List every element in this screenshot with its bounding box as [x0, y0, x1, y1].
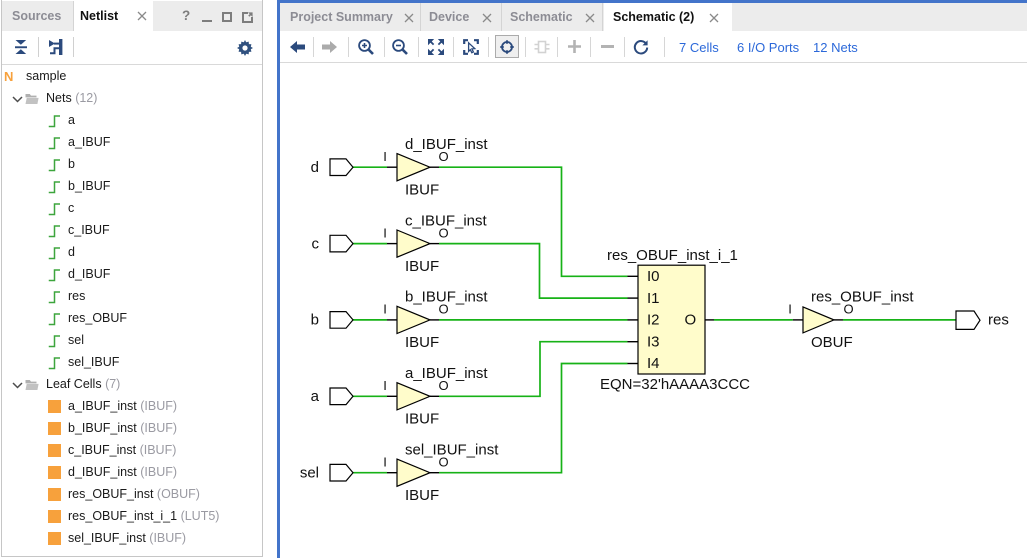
svg-text:c_IBUF_inst: c_IBUF_inst: [405, 212, 488, 229]
svg-text:I: I: [383, 302, 387, 317]
svg-text:EQN=32'hAAAA3CCC: EQN=32'hAAAA3CCC: [600, 376, 750, 393]
svg-text:O: O: [685, 312, 697, 329]
svg-text:I: I: [383, 378, 387, 393]
svg-text:d: d: [311, 159, 319, 176]
svg-text:res_OBUF_inst_i_1: res_OBUF_inst_i_1: [607, 247, 738, 264]
svg-text:I: I: [383, 454, 387, 469]
svg-text:I3: I3: [647, 333, 660, 350]
svg-text:b: b: [311, 312, 319, 329]
svg-text:IBUF: IBUF: [405, 487, 439, 504]
svg-text:I2: I2: [647, 312, 660, 329]
svg-text:c: c: [312, 235, 320, 252]
svg-text:IBUF: IBUF: [405, 334, 439, 351]
svg-text:OBUF: OBUF: [811, 334, 853, 351]
svg-text:res_OBUF_inst: res_OBUF_inst: [811, 289, 914, 306]
svg-text:a_IBUF_inst: a_IBUF_inst: [405, 365, 488, 382]
svg-text:I0: I0: [647, 268, 660, 285]
svg-text:sel_IBUF_inst: sel_IBUF_inst: [405, 441, 499, 458]
svg-text:I: I: [383, 149, 387, 164]
svg-text:I: I: [788, 302, 792, 317]
svg-text:a: a: [311, 388, 320, 405]
svg-text:I1: I1: [647, 290, 660, 307]
svg-text:IBUF: IBUF: [405, 258, 439, 275]
svg-text:b_IBUF_inst: b_IBUF_inst: [405, 289, 488, 306]
svg-text:IBUF: IBUF: [405, 181, 439, 198]
svg-text:I: I: [383, 225, 387, 240]
svg-text:res: res: [988, 312, 1009, 329]
svg-text:sel: sel: [300, 464, 319, 481]
svg-text:d_IBUF_inst: d_IBUF_inst: [405, 136, 488, 153]
svg-text:I4: I4: [647, 355, 660, 372]
svg-text:IBUF: IBUF: [405, 411, 439, 428]
